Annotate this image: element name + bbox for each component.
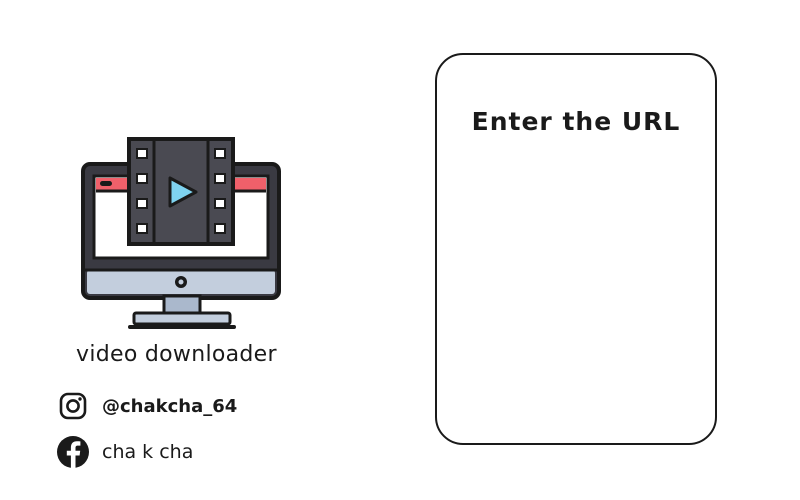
instagram-icon: [56, 389, 90, 423]
facebook-link[interactable]: cha k cha: [56, 435, 193, 469]
url-input-panel[interactable]: Enter the URL: [435, 53, 717, 445]
instagram-link[interactable]: @chakcha_64: [56, 389, 237, 423]
facebook-icon: [56, 435, 90, 469]
app-name: video downloader: [76, 342, 277, 367]
monitor-film-play-icon: [81, 137, 281, 329]
instagram-handle: @chakcha_64: [102, 395, 238, 417]
app-logo: [80, 136, 284, 332]
url-panel-title: Enter the URL: [471, 107, 681, 136]
facebook-name: cha k cha: [102, 441, 194, 463]
